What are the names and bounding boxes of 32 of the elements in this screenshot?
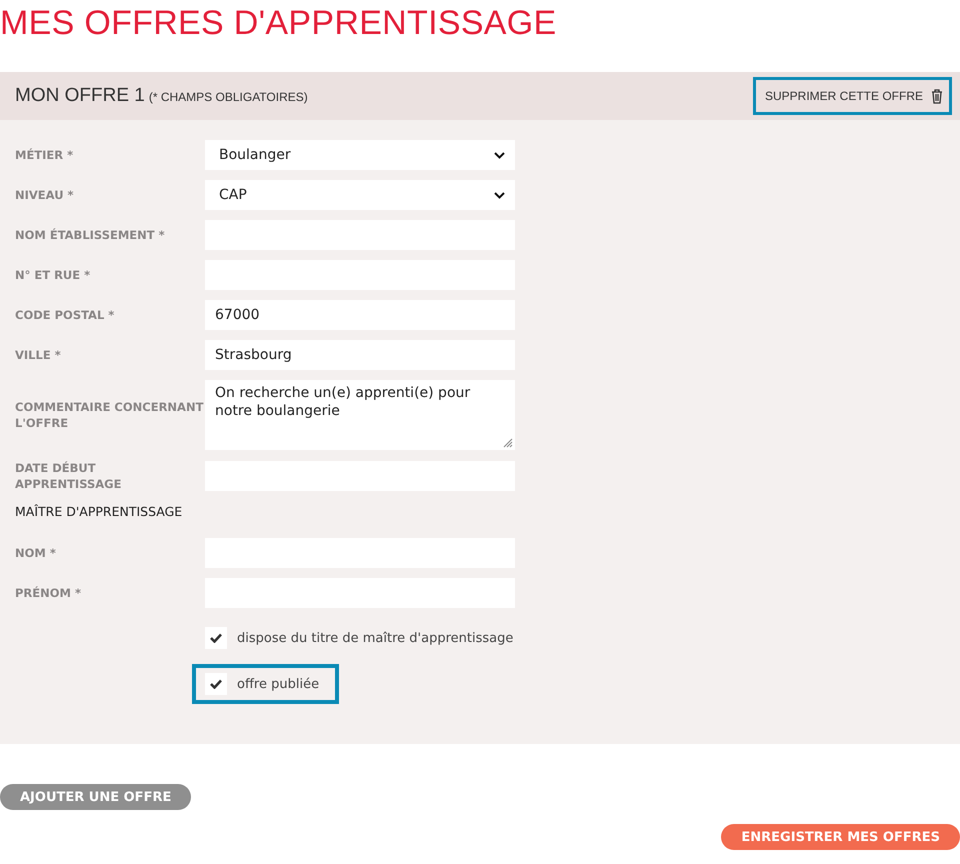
comment-field[interactable]: On recherche un(e) apprenti(e) pour notre boulangerie xyxy=(205,380,515,450)
section-heading: MAÎTRE D'APPRENTISSAGE xyxy=(14,503,184,521)
field-label: N° ET RUE * xyxy=(14,267,92,283)
field-label: NOM * xyxy=(14,545,57,561)
field-label: NIVEAU * xyxy=(14,187,75,203)
resize-grip-icon xyxy=(503,438,513,448)
page-title: MES OFFRES D'APPRENTISSAGE xyxy=(0,3,558,44)
checkbox[interactable] xyxy=(205,673,227,695)
field-label: NOM ÉTABLISSEMENT * xyxy=(14,227,166,243)
field-label: MÉTIER * xyxy=(14,147,74,163)
checkmark-icon xyxy=(210,633,222,643)
field-label: DATE DÉBUT APPRENTISSAGE xyxy=(14,460,122,492)
input-field[interactable]: Strasbourg xyxy=(205,340,515,370)
chevron-down-icon xyxy=(494,152,505,158)
field-label: CODE POSTAL * xyxy=(14,307,116,323)
field-label: VILLE * xyxy=(14,347,62,363)
trash-icon xyxy=(931,88,943,104)
offer-title: MON OFFRE 1 xyxy=(15,85,145,106)
checkbox-option[interactable]: dispose du titre de maître d'apprentissage xyxy=(192,618,534,658)
select-field[interactable]: CAP xyxy=(205,180,515,210)
field-label: PRÉNOM * xyxy=(14,585,82,601)
checkbox[interactable] xyxy=(205,627,227,649)
chevron-down-icon xyxy=(494,192,505,198)
checkbox-label: offre publiée xyxy=(237,676,320,692)
checkbox-label: dispose du titre de maître d'apprentissage xyxy=(237,630,514,646)
select-field[interactable]: Boulanger xyxy=(205,140,515,170)
field-label: COMMENTAIRE CONCERNANT L'OFFRE xyxy=(14,399,204,431)
checkmark-icon xyxy=(210,679,222,689)
input-field[interactable]: 67000 xyxy=(205,300,515,330)
checkbox-option[interactable]: offre publiée xyxy=(192,664,340,704)
required-note: (* CHAMPS OBLIGATOIRES) xyxy=(148,90,308,104)
delete-offer-button[interactable]: SUPPRIMER CETTE OFFRE xyxy=(752,77,952,115)
